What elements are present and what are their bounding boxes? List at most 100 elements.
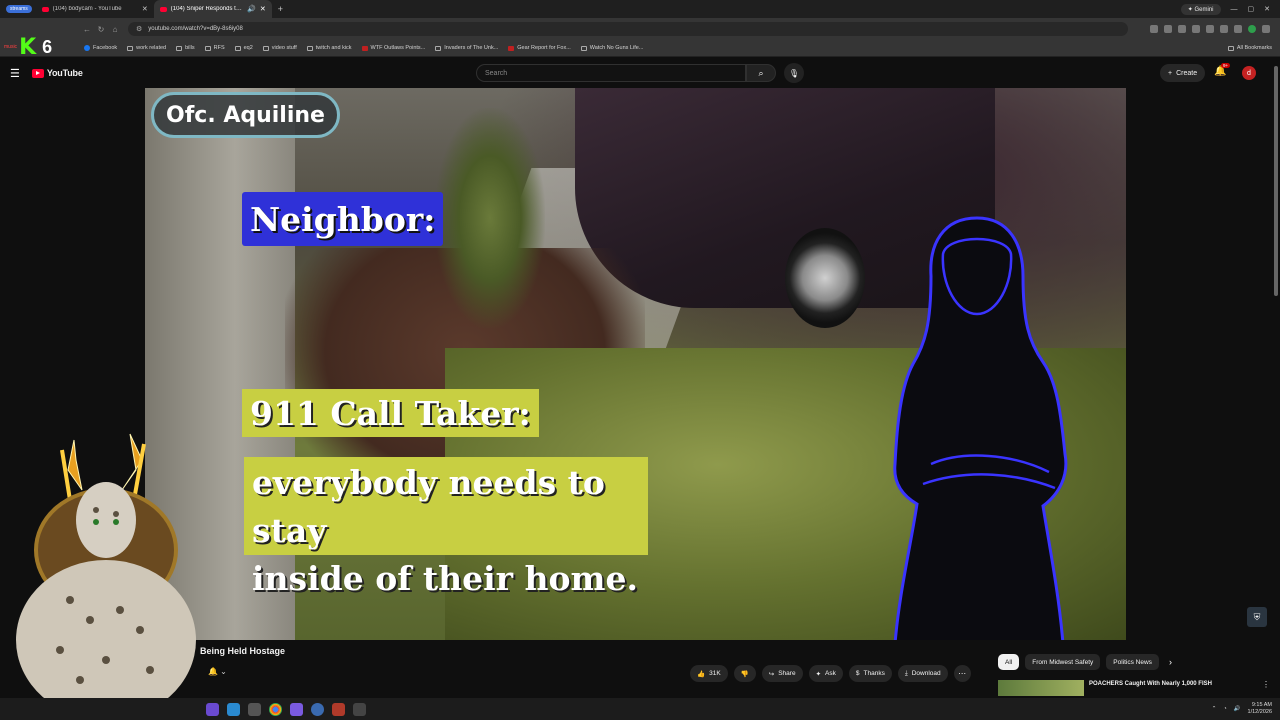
bookmark-folder[interactable]: work related — [127, 45, 166, 51]
all-bookmarks-button[interactable]: All Bookmarks — [1227, 45, 1280, 51]
wifi-icon[interactable]: ◔ — [1223, 706, 1226, 712]
youtube-logo[interactable]: YouTube — [31, 68, 83, 78]
close-window-icon[interactable]: ✕ — [1264, 5, 1270, 13]
site-icon — [435, 45, 442, 51]
youtube-play-icon — [31, 68, 44, 78]
maximize-icon[interactable]: ▢ — [1248, 5, 1255, 13]
share-button[interactable]: ↪ Share — [761, 665, 803, 682]
reload-icon[interactable]: ↻ — [94, 25, 108, 34]
browser-tab-sniper[interactable]: (104) Sniper Responds to C 🔊 ✕ — [153, 0, 272, 18]
more-actions-button[interactable]: ⋯ — [953, 665, 971, 682]
youtube-header: ☰ YouTube Search ⌕ 🎙 + Create 🔔 9+ — [0, 58, 1280, 88]
gemini-button[interactable]: ✦ Gemini — [1180, 3, 1221, 15]
like-button[interactable]: 👍 31K — [690, 665, 728, 682]
more-vert-icon[interactable]: ⋮ — [1262, 680, 1270, 696]
search-button[interactable]: ⌕ — [746, 64, 776, 82]
bookmark-link[interactable]: Gear Report for Fox... — [508, 45, 571, 51]
profile-icon[interactable] — [1248, 25, 1256, 33]
share-label: Share — [778, 670, 796, 677]
channel-watermark-icon[interactable]: ⛨ — [1247, 607, 1267, 627]
taskbar-clock[interactable]: 9:15 AM 1/12/2026 — [1248, 702, 1272, 716]
clock-date: 1/12/2026 — [1247, 709, 1272, 715]
tray-chevron-icon[interactable]: ⌃ — [1212, 706, 1217, 712]
video-scene-wheel — [785, 228, 865, 328]
stream-small-label: music — [4, 44, 18, 50]
extension-icon[interactable] — [1192, 25, 1200, 33]
bookmark-facebook[interactable]: Facebook — [84, 45, 117, 51]
plus-icon: + — [1168, 69, 1173, 77]
bookmark-label: twitch and kick — [315, 45, 352, 51]
microphone-icon: 🎙 — [788, 68, 800, 78]
discord-icon[interactable] — [290, 702, 303, 716]
speaker-icon[interactable]: 🔊 — [247, 5, 256, 13]
create-button[interactable]: + Create — [1160, 64, 1206, 82]
bookmark-folder[interactable]: eq2 — [234, 45, 253, 51]
recommended-video-item[interactable]: POACHERS Caught With Nearly 1,000 FISH ⋮ — [998, 680, 1270, 696]
youtube-favicon-icon — [41, 6, 49, 12]
url-input[interactable]: ⚙ youtube.com/watch?v=dBy-8s6iy08 — [128, 22, 1128, 36]
browser-tab-bodycam[interactable]: (104) bodycam - YouTube ✕ — [36, 0, 154, 18]
install-icon[interactable] — [1150, 25, 1158, 33]
page-scrollbar[interactable] — [1274, 66, 1278, 296]
bookmark-link[interactable]: Watch No Guns Life... — [580, 45, 643, 51]
subtitle-caption: everybody needs to stay inside of their … — [244, 457, 648, 598]
thanks-button[interactable]: $ Thanks — [848, 665, 892, 682]
voice-search-button[interactable]: 🎙 — [784, 63, 804, 83]
dislike-button[interactable]: 👎 — [733, 665, 756, 682]
app-icon[interactable] — [206, 702, 219, 716]
call-taker-speaker-label: 911 Call Taker: — [242, 389, 539, 437]
recommended-thumbnail[interactable] — [998, 680, 1084, 696]
chip-politics-news[interactable]: Politics News — [1106, 654, 1159, 670]
bookmark-folder[interactable]: twitch and kick — [306, 45, 352, 51]
minimize-icon[interactable]: — — [1231, 6, 1238, 13]
bookmark-link[interactable]: Invaders of The Unk... — [435, 45, 498, 51]
site-icon — [508, 45, 515, 51]
bookmarks-bar: Facebook work related bills RFS eq2 vide… — [0, 40, 1280, 57]
browser-tab-bar: streams (104) bodycam - YouTube ✕ (104) … — [0, 0, 1280, 18]
tab-title: (104) bodycam - YouTube — [52, 6, 122, 12]
hamburger-menu-icon[interactable]: ☰ — [10, 67, 20, 80]
close-tab-icon[interactable]: ✕ — [142, 5, 148, 13]
star-icon[interactable] — [1164, 25, 1172, 33]
home-icon[interactable]: ⌂ — [108, 25, 122, 34]
ask-label: Ask — [825, 670, 836, 677]
extension-icon[interactable] — [1178, 25, 1186, 33]
download-icon: ⤓ — [904, 669, 908, 677]
tab-group-label[interactable]: streams — [6, 5, 32, 13]
puzzle-icon[interactable] — [1220, 25, 1228, 33]
sidepanel-icon[interactable] — [1234, 25, 1242, 33]
avatar[interactable]: d — [1242, 66, 1256, 80]
folder-icon — [176, 45, 183, 51]
menu-dots-icon[interactable] — [1262, 25, 1270, 33]
recommended-title[interactable]: POACHERS Caught With Nearly 1,000 FISH — [1089, 680, 1257, 696]
chrome-icon[interactable] — [269, 702, 282, 716]
bookmark-label: work related — [136, 45, 167, 51]
chip-all[interactable]: All — [998, 654, 1020, 670]
app-icon[interactable] — [227, 702, 240, 716]
clock-time: 9:15 AM — [1251, 702, 1272, 708]
new-tab-button[interactable]: + — [278, 4, 283, 14]
create-label: Create — [1176, 69, 1198, 77]
bookmark-link[interactable]: WTF Outlaws Points... — [361, 45, 425, 51]
settings-icon[interactable] — [353, 702, 366, 716]
bookmark-folder[interactable]: RFS — [204, 45, 225, 51]
chevron-right-icon[interactable]: › — [1169, 657, 1172, 667]
back-icon[interactable]: ← — [80, 25, 94, 34]
chip-from-midwest-safety[interactable]: From Midwest Safety — [1025, 654, 1101, 670]
close-tab-icon[interactable]: ✕ — [260, 5, 266, 13]
search-input[interactable]: Search — [476, 64, 746, 82]
ask-button[interactable]: ✦ Ask — [808, 665, 843, 682]
app-icon[interactable] — [248, 702, 261, 716]
bookmark-folder[interactable]: video stuff — [262, 45, 297, 51]
app-icon[interactable] — [311, 702, 324, 716]
bookmark-folder[interactable]: bills — [176, 45, 195, 51]
youtube-favicon-icon — [159, 6, 167, 12]
download-button[interactable]: ⤓ Download — [897, 665, 948, 682]
volume-icon[interactable]: 🔊 — [1234, 706, 1241, 712]
download-label: Download — [911, 670, 941, 677]
extension-icon[interactable] — [1206, 25, 1214, 33]
notifications-button[interactable]: 🔔 9+ — [1214, 63, 1231, 77]
site-info-icon[interactable]: ⚙ — [136, 25, 142, 33]
video-player[interactable]: Ofc. Aquiline Neighbor: 911 Call Taker: … — [145, 88, 1126, 640]
app-icon[interactable] — [332, 702, 345, 716]
